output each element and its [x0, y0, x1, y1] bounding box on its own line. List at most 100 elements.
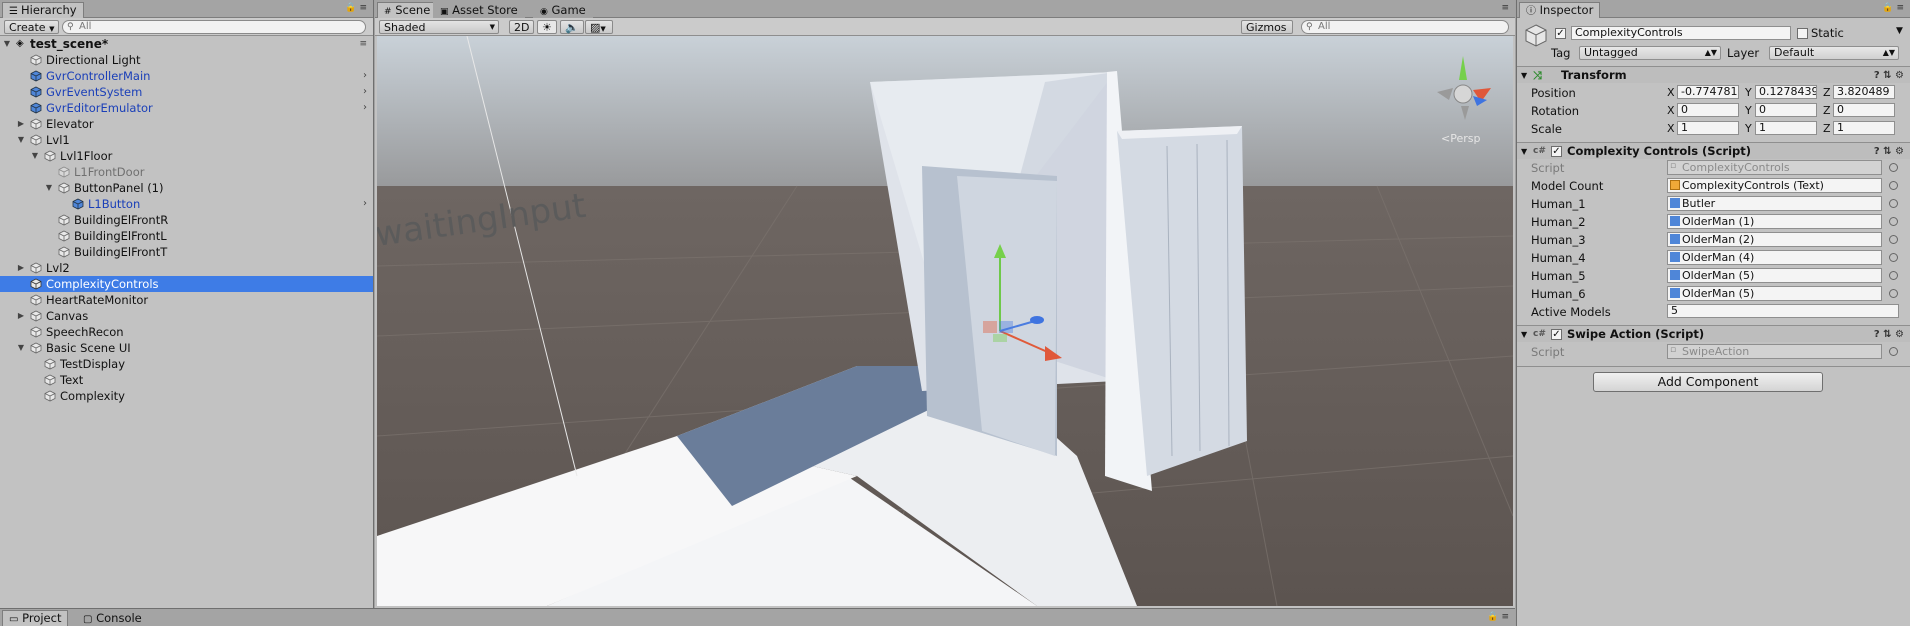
object-picker-icon[interactable]	[1889, 289, 1898, 298]
lock-menu-icon[interactable]: 🔒 ≡	[1487, 612, 1509, 622]
scene-menu-icon[interactable]: ≡	[1501, 3, 1509, 13]
tab-game[interactable]: ◉ Game	[533, 2, 593, 18]
expand-arrow-icon[interactable]: ▼	[44, 180, 54, 196]
expand-arrow-icon[interactable]: ▼	[2, 36, 12, 52]
projection-label[interactable]: <Persp	[1441, 132, 1480, 145]
chevron-right-icon[interactable]: ›	[363, 68, 367, 84]
foldout-arrow-icon[interactable]: ▼	[1521, 143, 1527, 160]
lock-menu-icon[interactable]: 🔒 ≡	[1882, 3, 1904, 13]
component-settings-icon[interactable]: ? ⇅ ⚙	[1874, 326, 1904, 343]
list-item[interactable]: Complexity	[0, 388, 373, 404]
chevron-right-icon[interactable]: ›	[363, 100, 367, 116]
list-item[interactable]: BuildingElFrontT	[0, 244, 373, 260]
scene-search-input[interactable]: ⚲ All	[1301, 20, 1509, 34]
create-button[interactable]: Create ▼	[4, 20, 60, 34]
shading-mode-dropdown[interactable]: Shaded ▼	[379, 20, 499, 34]
list-item[interactable]: TestDisplay	[0, 356, 373, 372]
expand-arrow-icon[interactable]: ▶	[16, 260, 26, 276]
object-picker-icon[interactable]	[1889, 235, 1898, 244]
foldout-arrow-icon[interactable]: ▼	[1521, 67, 1527, 84]
object-picker-icon[interactable]	[1889, 181, 1898, 190]
list-item[interactable]: GvrEventSystem ›	[0, 84, 373, 100]
tab-inspector[interactable]: ⓘ Inspector	[1519, 2, 1601, 18]
static-checkbox[interactable]	[1797, 28, 1808, 39]
expand-arrow-icon[interactable]: ▼	[16, 132, 26, 148]
complexity-controls-header[interactable]: ▼ c# ✓ Complexity Controls (Script) ? ⇅ …	[1517, 142, 1910, 159]
component-enabled-checkbox[interactable]: ✓	[1551, 146, 1562, 157]
chevron-right-icon[interactable]: ›	[363, 84, 367, 100]
tab-hierarchy[interactable]: ☰ Hierarchy	[2, 2, 84, 18]
list-item[interactable]: GvrControllerMain ›	[0, 68, 373, 84]
gizmos-dropdown[interactable]: Gizmos ▼	[1241, 20, 1293, 46]
list-item-selected[interactable]: ComplexityControls	[0, 276, 373, 292]
expand-arrow-icon[interactable]: ▶	[16, 116, 26, 132]
list-item[interactable]: SpeechRecon	[0, 324, 373, 340]
active-models-field[interactable]: 5	[1667, 304, 1899, 318]
scene-viewport[interactable]: waitingInput <Persp	[377, 36, 1513, 606]
human-4-field[interactable]: OlderMan (4)	[1667, 250, 1882, 265]
object-picker-icon[interactable]	[1889, 217, 1898, 226]
tab-console[interactable]: ▢ Console	[76, 610, 149, 626]
list-item[interactable]: L1FrontDoor	[0, 164, 373, 180]
tab-project[interactable]: ▭ Project	[2, 610, 69, 626]
position-z-field[interactable]: 3.820489	[1833, 85, 1895, 99]
object-picker-icon[interactable]	[1889, 253, 1898, 262]
list-item[interactable]: L1Button ›	[0, 196, 373, 212]
static-dropdown-arrow-icon[interactable]: ▼	[1896, 26, 1903, 36]
object-picker-icon[interactable]	[1889, 163, 1898, 172]
effects-dropdown-icon[interactable]: ▨▼	[585, 20, 613, 34]
list-item[interactable]: BuildingElFrontL	[0, 228, 373, 244]
position-x-field[interactable]: -0.774781	[1677, 85, 1739, 99]
list-item[interactable]: ▶ Canvas	[0, 308, 373, 324]
list-item[interactable]: ▼ Basic Scene UI	[0, 340, 373, 356]
foldout-arrow-icon[interactable]: ▼	[1521, 326, 1527, 343]
list-item[interactable]: ▼ ButtonPanel (1)	[0, 180, 373, 196]
lighting-toggle-icon[interactable]: ☀	[537, 20, 557, 34]
expand-arrow-icon[interactable]: ▼	[16, 340, 26, 356]
object-picker-icon[interactable]	[1889, 199, 1898, 208]
position-y-field[interactable]: 0.1278439	[1755, 85, 1817, 99]
scale-y-field[interactable]: 1	[1755, 121, 1817, 135]
list-item[interactable]: ▶ Lvl2	[0, 260, 373, 276]
component-settings-icon[interactable]: ? ⇅ ⚙	[1874, 143, 1904, 160]
human-5-field[interactable]: OlderMan (5)	[1667, 268, 1882, 283]
chevron-right-icon[interactable]: ›	[363, 196, 367, 212]
list-item[interactable]: BuildingElFrontR	[0, 212, 373, 228]
swipe-action-header[interactable]: ▼ c# ✓ Swipe Action (Script) ? ⇅ ⚙	[1517, 325, 1910, 342]
list-item[interactable]: ▼ Lvl1	[0, 132, 373, 148]
human-1-field[interactable]: Butler	[1667, 196, 1882, 211]
component-settings-icon[interactable]: ? ⇅ ⚙	[1874, 67, 1904, 84]
rotation-z-field[interactable]: 0	[1833, 103, 1895, 117]
scene-root-row[interactable]: ▼ ◈ test_scene* ≡	[0, 36, 373, 52]
scale-x-field[interactable]: 1	[1677, 121, 1739, 135]
scene-menu-icon[interactable]: ≡	[359, 36, 367, 52]
tab-scene[interactable]: # Scene	[377, 2, 438, 18]
add-component-button[interactable]: Add Component	[1593, 372, 1823, 392]
human-2-field[interactable]: OlderMan (1)	[1667, 214, 1882, 229]
scene-render[interactable]: waitingInput <Persp	[377, 36, 1513, 606]
list-item[interactable]: Directional Light	[0, 52, 373, 68]
rotation-x-field[interactable]: 0	[1677, 103, 1739, 117]
tag-dropdown[interactable]: Untagged ▲▼	[1579, 46, 1721, 60]
list-item[interactable]: Text	[0, 372, 373, 388]
object-picker-icon[interactable]	[1889, 347, 1898, 356]
list-item[interactable]: GvrEditorEmulator ›	[0, 100, 373, 116]
human-6-field[interactable]: OlderMan (5)	[1667, 286, 1882, 301]
toggle-2d-button[interactable]: 2D	[509, 20, 535, 34]
human-3-field[interactable]: OlderMan (2)	[1667, 232, 1882, 247]
object-name-field[interactable]: ComplexityControls	[1571, 26, 1791, 40]
expand-arrow-icon[interactable]: ▼	[30, 148, 40, 164]
lock-menu-icon[interactable]: 🔒 ≡	[345, 3, 367, 13]
model-count-field[interactable]: ComplexityControls (Text)	[1667, 178, 1882, 193]
expand-arrow-icon[interactable]: ▶	[16, 308, 26, 324]
list-item[interactable]: ▼ Lvl1Floor	[0, 148, 373, 164]
transform-header[interactable]: ▼ ⤨ Transform ? ⇅ ⚙	[1517, 66, 1910, 83]
tab-asset-store[interactable]: ▣ Asset Store	[433, 2, 525, 18]
audio-toggle-icon[interactable]: 🔈	[560, 20, 584, 34]
rotation-y-field[interactable]: 0	[1755, 103, 1817, 117]
object-picker-icon[interactable]	[1889, 271, 1898, 280]
layer-dropdown[interactable]: Default ▲▼	[1769, 46, 1899, 60]
list-item[interactable]: HeartRateMonitor	[0, 292, 373, 308]
active-checkbox[interactable]: ✓	[1555, 28, 1566, 39]
list-item[interactable]: ▶ Elevator	[0, 116, 373, 132]
